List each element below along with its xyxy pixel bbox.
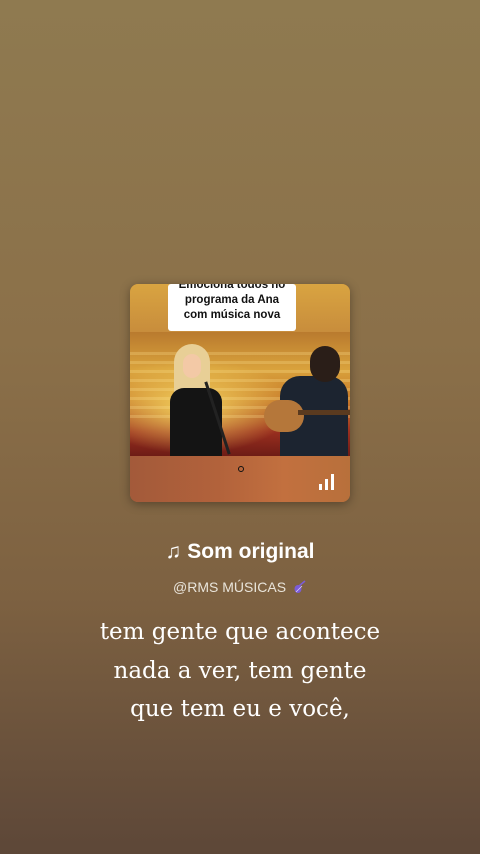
cover-bottom-band <box>130 456 350 502</box>
lyric-line-3: que tem eu e você, <box>130 696 350 722</box>
guitar-neck <box>298 410 350 415</box>
author-handle: @RMS MÚSICAS <box>173 579 287 595</box>
sound-author[interactable]: @RMS MÚSICAS <box>0 579 480 595</box>
equalizer-bar <box>325 479 328 490</box>
sound-title[interactable]: ♫ Som original <box>0 540 480 564</box>
progress-dot <box>238 466 244 472</box>
cover-caption-band: Emociona todos no programa da Ana com mú… <box>130 284 350 332</box>
equalizer-icon <box>319 474 335 490</box>
lyric-line-2: nada a ver, tem gente <box>113 657 367 684</box>
lyric-line-1: tem gente que acontece <box>99 619 381 645</box>
caption-line-3: com música nova <box>183 309 281 321</box>
cover-art-card[interactable]: Emociona todos no programa da Ana com mú… <box>130 284 350 502</box>
equalizer-bar <box>331 474 334 490</box>
caption-line-1: Emociona todos no <box>178 284 286 291</box>
guitar-body <box>264 400 304 432</box>
singer-face <box>183 354 201 378</box>
violin-icon <box>293 579 307 595</box>
cover-caption-box: Emociona todos no programa da Ana com mú… <box>168 284 296 331</box>
guitarist-head <box>310 346 340 382</box>
singer-dress <box>170 388 222 456</box>
sound-title-text: Som original <box>187 540 315 563</box>
equalizer-bar <box>319 484 322 490</box>
music-note-icon: ♫ <box>165 540 182 563</box>
lyrics-block: tem gente que acontece nada a ver, tem g… <box>0 613 480 729</box>
caption-line-2: programa da Ana <box>184 294 280 306</box>
